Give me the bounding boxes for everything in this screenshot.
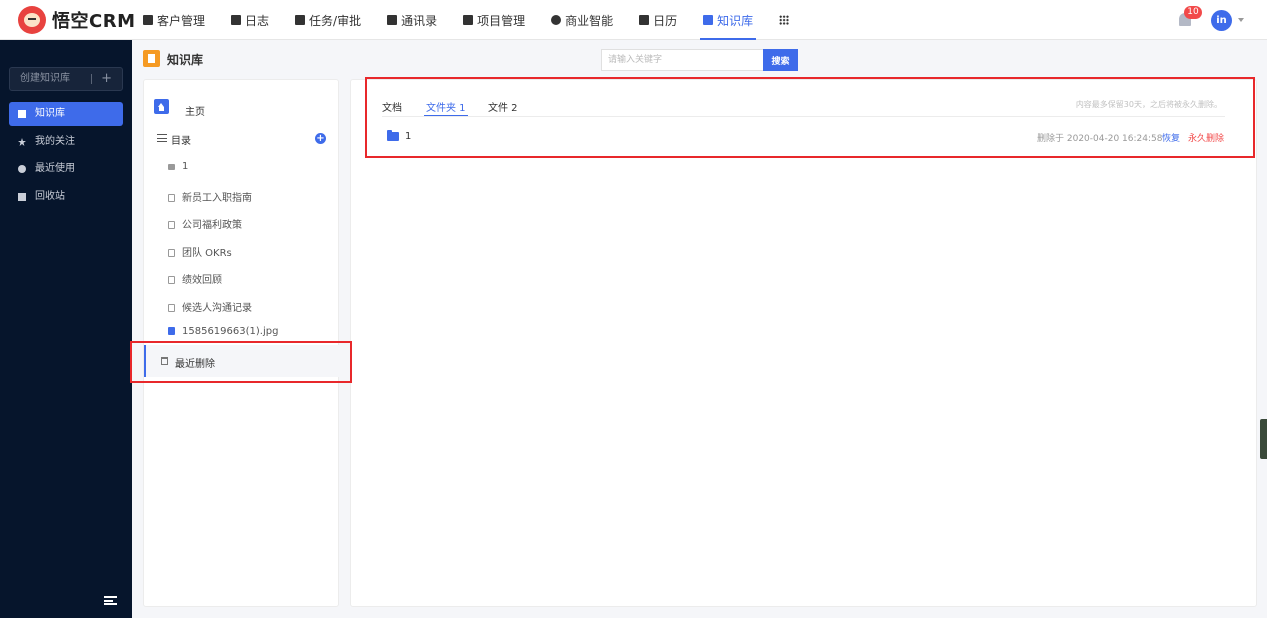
retention-note: 内容最多保留30天，之后将被永久删除。 — [1075, 100, 1222, 109]
tree-node-doc[interactable]: 公司福利政策 — [168, 216, 242, 231]
list-icon — [157, 134, 167, 142]
document-icon — [168, 276, 175, 284]
top-bar: 悟空CRM 客户管理 日志 任务/审批 通讯录 项目管理 商业智能 日历 知识库… — [0, 0, 1267, 40]
nav-item-project[interactable]: 项目管理 — [463, 0, 525, 40]
directory-heading: 目录 — [171, 136, 191, 147]
tree-node-image[interactable]: 1585619663(1).jpg — [168, 326, 278, 337]
tab-files[interactable]: 文件 2 — [488, 99, 518, 114]
sidebar-item-recent[interactable]: 最近使用 — [9, 157, 123, 181]
tree-item-recently-deleted[interactable]: 最近删除 — [144, 345, 340, 377]
folder-icon — [387, 130, 399, 141]
directory-tree-panel: 主页 目录 + 1 新员工入职指南 公司福利政策 团队 OKRs 绩效回顾 候选… — [143, 79, 340, 607]
star-icon — [18, 138, 26, 146]
search-button[interactable]: 搜索 — [763, 49, 798, 71]
nav-item-knowledge[interactable]: 知识库 — [700, 0, 757, 40]
restore-link[interactable]: 恢复 — [1162, 131, 1180, 144]
tree-node-folder[interactable]: 1 — [168, 161, 188, 172]
divider — [91, 74, 92, 84]
sidebar-item-following[interactable]: 我的关注 — [9, 130, 123, 154]
chevron-down-icon[interactable] — [1238, 18, 1244, 22]
nav-item-bi[interactable]: 商业智能 — [551, 0, 613, 40]
recycle-content-panel: 文档 文件夹 1 文件 2 内容最多保留30天，之后将被永久删除。 1 删除于 … — [350, 79, 1257, 607]
project-icon — [463, 15, 474, 25]
tree-node-doc[interactable]: 绩效回顾 — [168, 271, 222, 286]
notification-badge: 10 — [1184, 6, 1202, 19]
tree-node-doc[interactable]: 新员工入职指南 — [168, 189, 252, 204]
search-input[interactable] — [601, 49, 763, 71]
create-knowledge-base-button[interactable]: 创建知识库 + — [9, 67, 123, 91]
book-icon — [703, 15, 714, 25]
nav-item-contacts[interactable]: 通讯录 — [387, 0, 437, 40]
tree-home-link[interactable]: 主页 — [185, 103, 205, 118]
chart-icon — [143, 15, 153, 25]
image-file-icon — [168, 327, 175, 335]
main-nav: 客户管理 日志 任务/审批 通讯录 项目管理 商业智能 日历 知识库 — [143, 0, 790, 40]
document-icon — [168, 249, 175, 257]
briefcase-icon — [295, 15, 306, 25]
log-icon — [231, 15, 242, 25]
nav-item-calendar[interactable]: 日历 — [639, 0, 677, 40]
folder-icon — [168, 164, 175, 170]
tab-documents[interactable]: 文档 — [382, 99, 402, 114]
deleted-timestamp: 删除于 2020-04-20 16:24:58 — [1037, 134, 1163, 144]
collapse-menu-icon[interactable] — [104, 596, 117, 605]
side-drawer-handle[interactable] — [1260, 419, 1267, 459]
apps-grid-icon[interactable] — [779, 15, 790, 25]
bi-icon — [551, 15, 562, 25]
sidebar-item-recycle-bin[interactable]: 回收站 — [9, 185, 123, 209]
contacts-icon — [387, 15, 398, 25]
document-icon — [168, 221, 175, 229]
tree-node-doc[interactable]: 候选人沟通记录 — [168, 299, 252, 314]
plus-icon: + — [101, 71, 112, 86]
logo-text: 悟空CRM — [52, 11, 136, 32]
monkey-logo-icon — [18, 6, 46, 34]
calendar-icon — [639, 15, 650, 25]
sidebar-item-knowledge-base[interactable]: 知识库 — [9, 102, 123, 126]
knowledge-base-icon — [143, 50, 160, 67]
clock-icon — [18, 165, 26, 173]
home-icon[interactable] — [154, 99, 169, 114]
tree-node-doc[interactable]: 团队 OKRs — [168, 244, 232, 259]
avatar[interactable]: in — [1211, 10, 1232, 31]
book-icon — [18, 110, 26, 118]
trash-icon — [161, 357, 168, 365]
sidebar: 创建知识库 + 知识库 我的关注 最近使用 回收站 — [0, 40, 132, 618]
divider — [382, 116, 1225, 117]
document-icon — [168, 194, 175, 202]
tab-folders[interactable]: 文件夹 1 — [424, 99, 468, 117]
document-icon — [168, 304, 175, 312]
trash-icon — [18, 193, 26, 201]
permanent-delete-link[interactable]: 永久删除 — [1188, 131, 1224, 144]
logo[interactable]: 悟空CRM — [18, 6, 135, 34]
deleted-item-name[interactable]: 1 — [405, 131, 411, 142]
add-directory-button[interactable]: + — [315, 133, 326, 144]
page-title: 知识库 — [167, 53, 204, 67]
nav-item-task[interactable]: 任务/审批 — [295, 0, 361, 40]
nav-item-log[interactable]: 日志 — [231, 0, 269, 40]
nav-item-customer[interactable]: 客户管理 — [143, 0, 205, 40]
